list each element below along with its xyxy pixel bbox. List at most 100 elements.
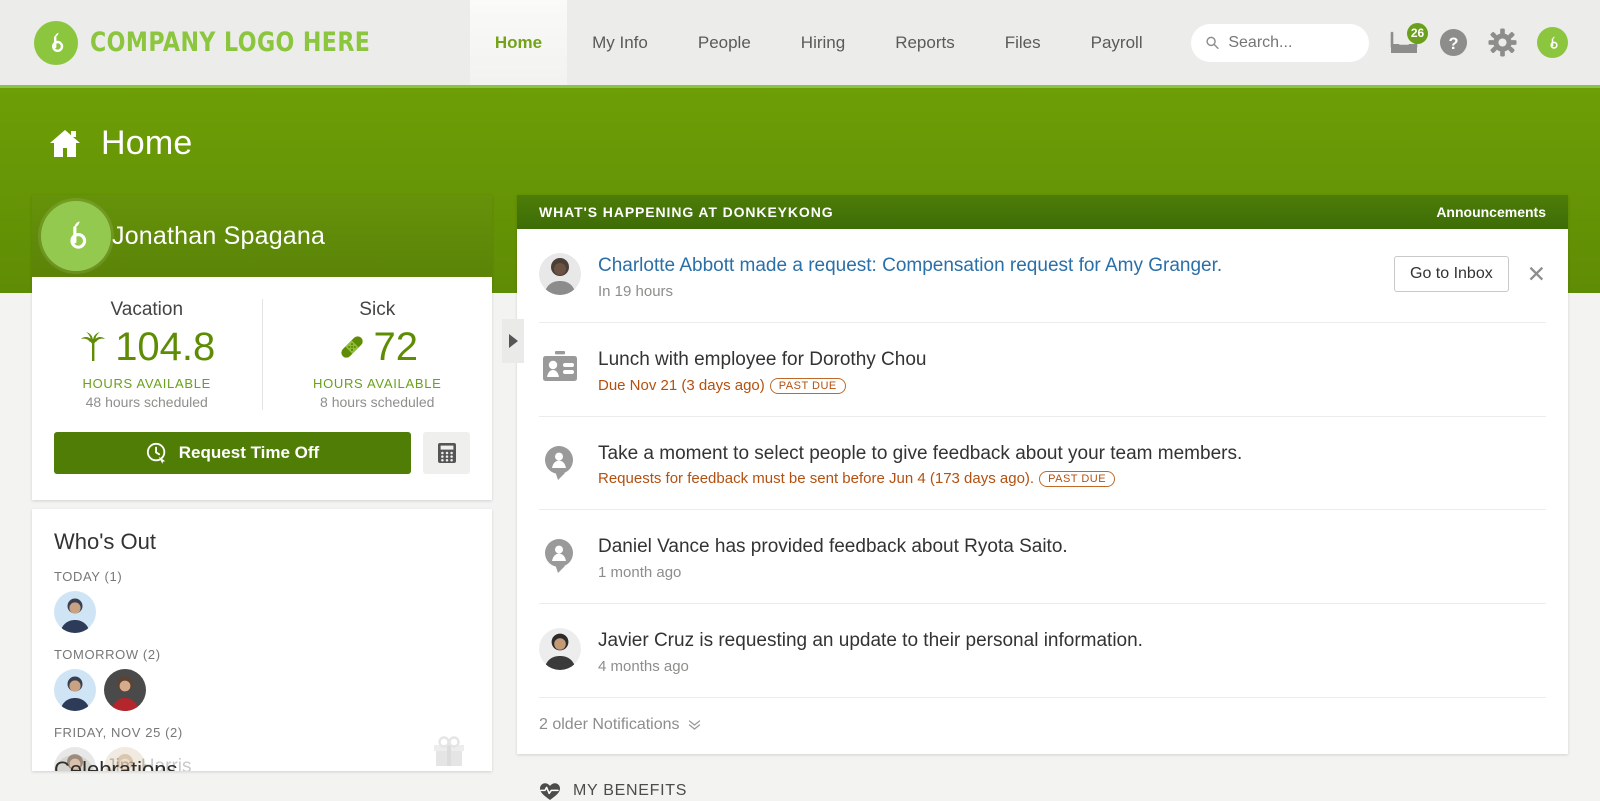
help-button[interactable]: ? — [1439, 28, 1468, 57]
nav-tab-home[interactable]: Home — [470, 0, 567, 85]
announcements-link[interactable]: Announcements — [1436, 204, 1546, 220]
notification-body: Lunch with employee for Dorothy Chou Due… — [598, 347, 1546, 394]
my-benefits-section[interactable]: MY BENEFITS — [517, 754, 1568, 801]
balance-sick: Sick — [262, 299, 493, 410]
notification-due-text: Due Nov 21 (3 days ago) — [598, 377, 765, 394]
balance-value: 72 — [374, 327, 419, 367]
svg-text:?: ? — [1448, 35, 1458, 53]
balance-label: Vacation — [42, 299, 252, 321]
main-nav-tabs: Home My Info People Hiring Reports Files… — [470, 0, 1168, 85]
notification-title: Take a moment to select people to give f… — [598, 442, 1546, 466]
notification-body: Javier Cruz is requesting an update to t… — [598, 628, 1546, 675]
search-box[interactable] — [1191, 24, 1369, 62]
older-notifications-label: 2 older Notifications — [539, 716, 680, 734]
status-badge: PAST DUE — [770, 378, 846, 394]
search-input[interactable] — [1228, 34, 1355, 52]
nav-tab-people[interactable]: People — [673, 0, 776, 85]
clock-arrow-icon — [146, 442, 168, 464]
whats-happening-header: WHAT'S HAPPENING AT DONKEYKONG Announcem… — [517, 195, 1568, 229]
company-logo[interactable]: COMPANY LOGO HERE — [0, 0, 432, 85]
page-title-row: Home — [0, 88, 1600, 163]
id-badge-icon — [539, 347, 581, 389]
notification-title[interactable]: Charlotte Abbott made a request: Compens… — [598, 254, 1377, 278]
notification-row[interactable]: Javier Cruz is requesting an update to t… — [539, 604, 1546, 698]
notification-due-text: Requests for feedback must be sent befor… — [598, 470, 1034, 487]
home-icon — [48, 128, 82, 159]
nav-tab-files[interactable]: Files — [980, 0, 1066, 85]
notification-subtext: 4 months ago — [598, 658, 1546, 675]
top-navigation-bar: COMPANY LOGO HERE Home My Info People Hi… — [0, 0, 1600, 88]
notification-subtext: 1 month ago — [598, 564, 1546, 581]
notification-actions: Go to Inbox ✕ — [1394, 253, 1546, 292]
notification-body: Daniel Vance has provided feedback about… — [598, 534, 1546, 581]
chevron-right-icon — [509, 334, 518, 348]
notification-list: Charlotte Abbott made a request: Compens… — [517, 229, 1568, 698]
gift-icon — [432, 735, 466, 769]
balance-available-label: HOURS AVAILABLE — [42, 376, 252, 391]
notification-title: Daniel Vance has provided feedback about… — [598, 535, 1546, 559]
balance-value: 104.8 — [115, 327, 215, 367]
request-time-off-button[interactable]: Request Time Off — [54, 432, 411, 474]
older-notifications-toggle[interactable]: 2 older Notifications — [517, 698, 1568, 754]
time-off-balances: Vacation 104.8 HOURS AVAILABLE 48 hours … — [32, 277, 492, 410]
notification-subtext: Due Nov 21 (3 days ago) PAST DUE — [598, 377, 1546, 394]
bamboo-b-avatar-icon[interactable] — [41, 201, 111, 271]
nav-tab-payroll[interactable]: Payroll — [1066, 0, 1168, 85]
page-title: Home — [101, 124, 193, 163]
notification-row[interactable]: Take a moment to select people to give f… — [539, 417, 1546, 511]
avatar[interactable] — [54, 591, 96, 633]
balance-scheduled: 48 hours scheduled — [42, 394, 252, 410]
balance-vacation: Vacation 104.8 HOURS AVAILABLE 48 hours … — [32, 299, 262, 410]
notification-row[interactable]: Charlotte Abbott made a request: Compens… — [539, 229, 1546, 323]
nav-tab-reports[interactable]: Reports — [870, 0, 980, 85]
calculator-icon — [437, 442, 457, 464]
feedback-bubble-icon — [539, 441, 581, 483]
go-to-inbox-button[interactable]: Go to Inbox — [1394, 256, 1509, 292]
feedback-bubble-icon — [539, 534, 581, 576]
whats-happening-title: WHAT'S HAPPENING AT DONKEYKONG — [539, 204, 834, 220]
dashboard-columns: Jonathan Spagana Vacation 104.8 — [0, 195, 1600, 801]
notification-title: Javier Cruz is requesting an update to t… — [598, 629, 1546, 653]
whats-happening-panel: WHAT'S HAPPENING AT DONKEYKONG Announcem… — [517, 195, 1568, 754]
gear-icon — [1488, 28, 1517, 57]
notification-row[interactable]: Lunch with employee for Dorothy Chou Due… — [539, 323, 1546, 417]
nav-tab-hiring[interactable]: Hiring — [776, 0, 870, 85]
logo-text: COMPANY LOGO HERE — [90, 27, 370, 58]
page-content: Home New... Jonathan Spagana — [0, 88, 1600, 800]
double-chevron-down-icon — [688, 719, 701, 731]
whos-out-group-label: TOMORROW (2) — [54, 647, 470, 662]
bamboo-b-icon — [34, 21, 78, 65]
profile-header: Jonathan Spagana — [32, 195, 492, 277]
top-nav-actions: 26 ? — [1191, 0, 1600, 85]
profile-name: Jonathan Spagana — [112, 222, 325, 251]
whos-out-avatars — [54, 669, 470, 711]
avatar[interactable] — [54, 669, 96, 711]
notification-body: Charlotte Abbott made a request: Compens… — [598, 253, 1377, 300]
time-off-calculator-button[interactable] — [423, 432, 470, 474]
nav-tab-my-info[interactable]: My Info — [567, 0, 673, 85]
close-icon[interactable]: ✕ — [1527, 263, 1546, 286]
left-column: Jonathan Spagana Vacation 104.8 — [32, 195, 492, 801]
avatar[interactable] — [104, 669, 146, 711]
heart-pulse-icon — [539, 782, 561, 801]
user-avatar-icon — [1544, 34, 1562, 52]
settings-button[interactable] — [1488, 28, 1517, 57]
person-photo-icon — [539, 628, 581, 670]
request-time-off-label: Request Time Off — [179, 443, 319, 463]
time-off-card: Jonathan Spagana Vacation 104.8 — [32, 195, 492, 500]
balance-label: Sick — [273, 299, 483, 321]
notification-row[interactable]: Daniel Vance has provided feedback about… — [539, 510, 1546, 604]
user-avatar-button[interactable] — [1537, 27, 1568, 58]
whos-out-group-label: FRIDAY, NOV 25 (2) — [54, 725, 470, 740]
search-icon — [1205, 34, 1219, 51]
notification-title: Lunch with employee for Dorothy Chou — [598, 348, 1546, 372]
whos-out-card: Who's Out TODAY (1) TOMORROW (2) — [32, 509, 492, 771]
inbox-button[interactable]: 26 — [1389, 30, 1419, 56]
whos-out-title: Who's Out — [54, 529, 470, 555]
carousel-next-button[interactable] — [502, 319, 524, 363]
balance-scheduled: 8 hours scheduled — [273, 394, 483, 410]
celebrations-title: Celebrations — [54, 757, 178, 771]
whos-out-group-label: TODAY (1) — [54, 569, 470, 584]
time-off-actions: Request Time Off — [32, 410, 492, 500]
my-benefits-label: MY BENEFITS — [573, 782, 687, 800]
